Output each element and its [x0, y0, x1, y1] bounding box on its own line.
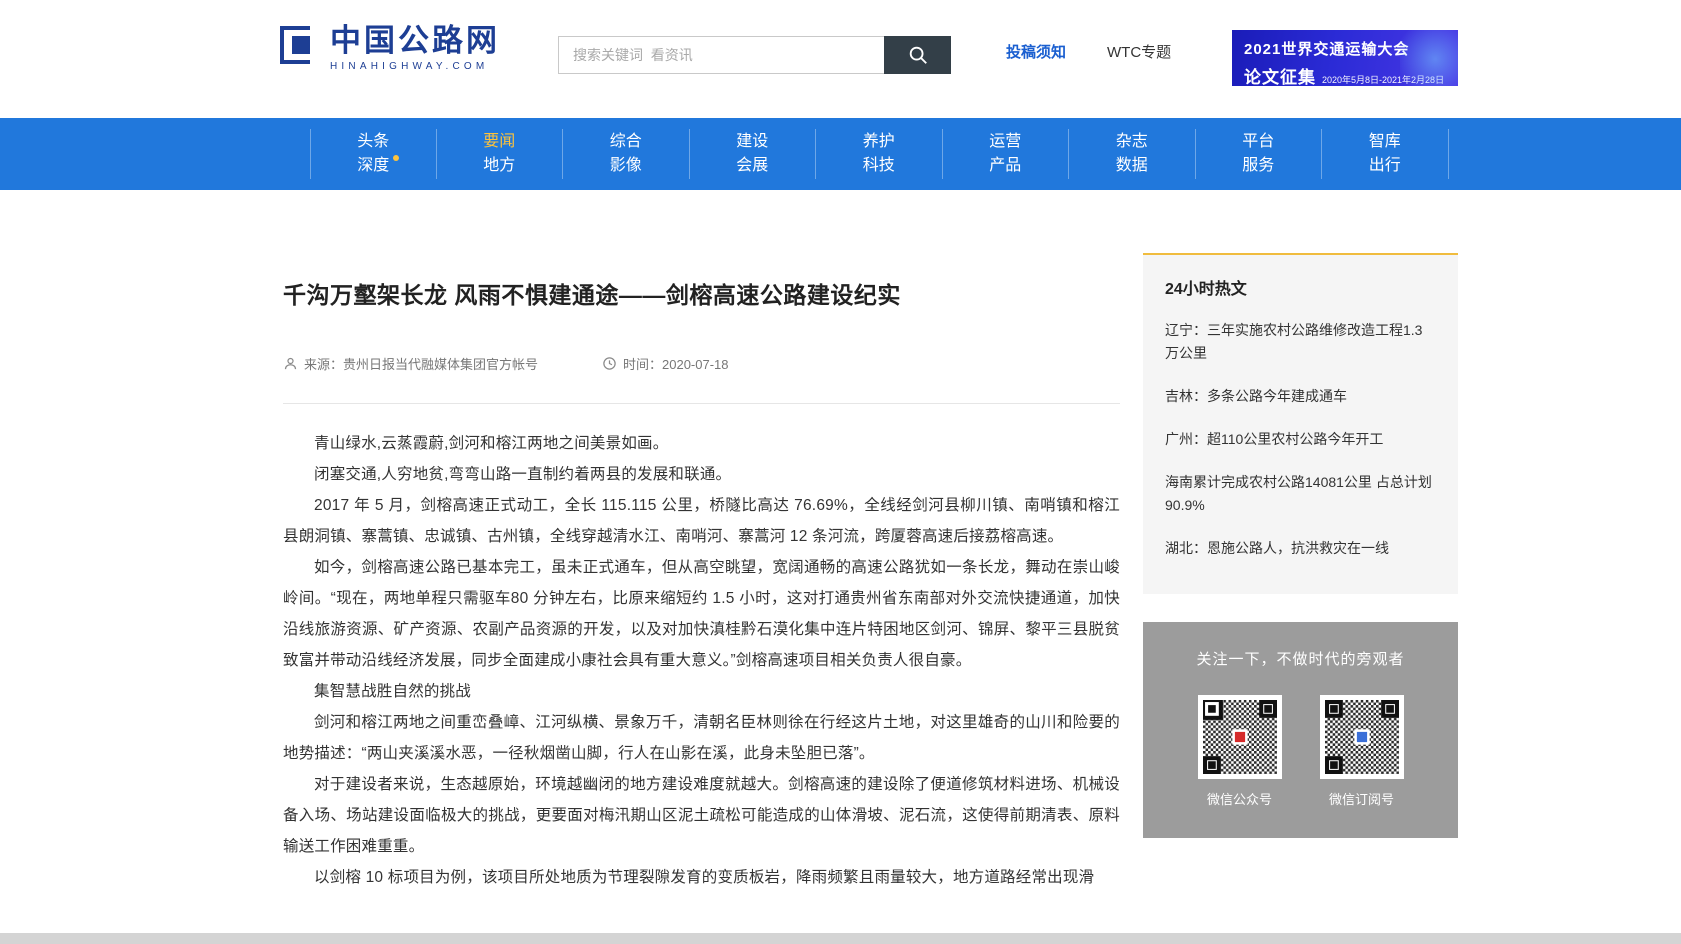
- article-body: 青山绿水,云蒸霞蔚,剑河和榕江两地之间美景如画。 闭塞交通,人穷地贫,弯弯山路一…: [283, 428, 1120, 893]
- logo-subtitle: HINAHIGHWAY.COM: [330, 61, 500, 72]
- nav-item-construction[interactable]: 建设: [736, 130, 768, 154]
- article-time-text: 时间：2020-07-18: [623, 354, 729, 373]
- qr-label-official: 微信公众号: [1198, 789, 1282, 808]
- article-paragraph: 2017 年 5 月，剑榕高速正式动工，全长 115.115 公里，桥隧比高达 …: [283, 490, 1120, 552]
- nav-item-comprehensive[interactable]: 综合: [610, 130, 642, 154]
- hot-list-item[interactable]: 广州：超110公里农村公路今年开工: [1165, 428, 1436, 451]
- article-source-text: 来源：贵州日报当代融媒体集团官方帐号: [304, 354, 538, 373]
- nav-item-headlines[interactable]: 头条: [357, 130, 389, 154]
- hot-articles-title: 24小时热文: [1165, 275, 1436, 299]
- nav-item-maintenance[interactable]: 养护: [863, 130, 895, 154]
- nav-item-important-news[interactable]: 要闻: [483, 130, 515, 154]
- main-nav: 头条 深度 要闻 地方 综合 影像 建设 会展 养护 科技 运营 产品 杂志 数…: [0, 118, 1681, 190]
- qr-code-image: [1203, 700, 1277, 774]
- qr-code-image: [1325, 700, 1399, 774]
- article-paragraph: 青山绿水,云蒸霞蔚,剑河和榕江两地之间美景如画。: [283, 428, 1120, 459]
- hot-articles-box: 24小时热文 辽宁：三年实施农村公路维修改造工程1.3万公里 吉林：多条公路今年…: [1143, 253, 1458, 594]
- search-icon: [907, 44, 929, 66]
- article-time: 时间：2020-07-18: [602, 354, 729, 373]
- nav-item-regional[interactable]: 地方: [483, 154, 515, 178]
- nav-item-platform[interactable]: 平台: [1242, 130, 1274, 154]
- article-source: 来源：贵州日报当代融媒体集团官方帐号: [283, 354, 538, 373]
- banner-title: 2021世界交通运输大会: [1244, 38, 1448, 59]
- article: 千沟万壑架长龙 风雨不惧建通途——剑榕高速公路建设纪实 来源：贵州日报当代融媒体…: [283, 276, 1120, 893]
- banner-subtitle: 论文征集: [1244, 63, 1316, 86]
- logo-icon: [280, 24, 322, 68]
- article-paragraph: 闭塞交通,人穷地贫,弯弯山路一直制约着两县的发展和联通。: [283, 459, 1120, 490]
- qr-label-subscription: 微信订阅号: [1320, 789, 1404, 808]
- clock-icon: [602, 356, 617, 371]
- article-meta: 来源：贵州日报当代融媒体集团官方帐号 时间：2020-07-18: [283, 354, 1120, 373]
- nav-group-thinktank: 智库 出行: [1322, 129, 1449, 179]
- nav-item-media[interactable]: 影像: [610, 154, 642, 178]
- nav-item-operation[interactable]: 运营: [989, 130, 1021, 154]
- author-icon: [283, 356, 298, 371]
- nav-group-platform: 平台 服务: [1196, 129, 1323, 179]
- submit-notice-link[interactable]: 投稿须知: [1006, 41, 1066, 62]
- nav-group-news: 要闻 地方: [437, 129, 564, 179]
- nav-group-maintenance: 养护 科技: [816, 129, 943, 179]
- nav-item-data[interactable]: 数据: [1116, 154, 1148, 178]
- wechat-subscription-qr-code[interactable]: [1320, 695, 1404, 779]
- next-section-edge: [0, 933, 1681, 944]
- banner-date: 2020年5月8日-2021年2月28日: [1322, 73, 1444, 86]
- nav-group-construction: 建设 会展: [690, 129, 817, 179]
- hot-list-item[interactable]: 吉林：多条公路今年建成通车: [1165, 385, 1436, 408]
- article-paragraph: 对于建设者来说，生态越原始，环境越幽闭的地方建设难度就越大。剑榕高速的建设除了便…: [283, 769, 1120, 862]
- article-paragraph: 集智慧战胜自然的挑战: [283, 676, 1120, 707]
- nav-item-products[interactable]: 产品: [989, 154, 1021, 178]
- site-logo[interactable]: 中国公路网 HINAHIGHWAY.COM: [280, 24, 500, 72]
- nav-item-magazine[interactable]: 杂志: [1116, 130, 1148, 154]
- search-input[interactable]: [558, 36, 884, 74]
- divider: [283, 403, 1120, 404]
- article-paragraph: 剑河和榕江两地之间重峦叠嶂、江河纵横、景象万千，清朝名臣林则徐在行经这片土地，对…: [283, 707, 1120, 769]
- new-dot-icon: [393, 155, 399, 161]
- sidebar: 24小时热文 辽宁：三年实施农村公路维修改造工程1.3万公里 吉林：多条公路今年…: [1143, 253, 1458, 838]
- nav-group-magazine: 杂志 数据: [1069, 129, 1196, 179]
- search-button[interactable]: [884, 36, 951, 74]
- nav-item-travel[interactable]: 出行: [1369, 154, 1401, 178]
- nav-item-services[interactable]: 服务: [1242, 154, 1274, 178]
- nav-group-operation: 运营 产品: [943, 129, 1070, 179]
- follow-title: 关注一下，不做时代的旁观者: [1161, 648, 1440, 669]
- hot-list-item[interactable]: 辽宁：三年实施农村公路维修改造工程1.3万公里: [1165, 319, 1436, 365]
- nav-item-expo[interactable]: 会展: [736, 154, 768, 178]
- wtc-topic-link[interactable]: WTC专题: [1107, 41, 1171, 62]
- nav-item-depth[interactable]: 深度: [357, 154, 389, 178]
- article-title: 千沟万壑架长龙 风雨不惧建通途——剑榕高速公路建设纪实: [283, 276, 1120, 310]
- conference-banner[interactable]: 2021世界交通运输大会 论文征集 2020年5月8日-2021年2月28日: [1232, 30, 1458, 86]
- nav-item-thinktank[interactable]: 智库: [1369, 130, 1401, 154]
- article-paragraph: 如今，剑榕高速公路已基本完工，虽未正式通车，但从高空眺望，宽阔通畅的高速公路犹如…: [283, 552, 1120, 676]
- site-header: 中国公路网 HINAHIGHWAY.COM 投稿须知 WTC专题 2021世界交…: [0, 0, 1681, 118]
- hot-list-item[interactable]: 湖北：恩施公路人，抗洪救灾在一线: [1165, 537, 1436, 560]
- wechat-follow-box: 关注一下，不做时代的旁观者: [1143, 622, 1458, 838]
- hot-list-item[interactable]: 海南累计完成农村公路14081公里 占总计划90.9%: [1165, 471, 1436, 517]
- search-bar: [558, 36, 951, 74]
- article-paragraph: 以剑榕 10 标项目为例，该项目所处地质为节理裂隙发育的变质板岩，降雨频繁且雨量…: [283, 862, 1120, 893]
- wechat-official-qr-code[interactable]: [1198, 695, 1282, 779]
- nav-item-technology[interactable]: 科技: [863, 154, 895, 178]
- logo-title: 中国公路网: [330, 24, 500, 58]
- nav-group-comprehensive: 综合 影像: [563, 129, 690, 179]
- nav-group-headlines: 头条 深度: [310, 129, 437, 179]
